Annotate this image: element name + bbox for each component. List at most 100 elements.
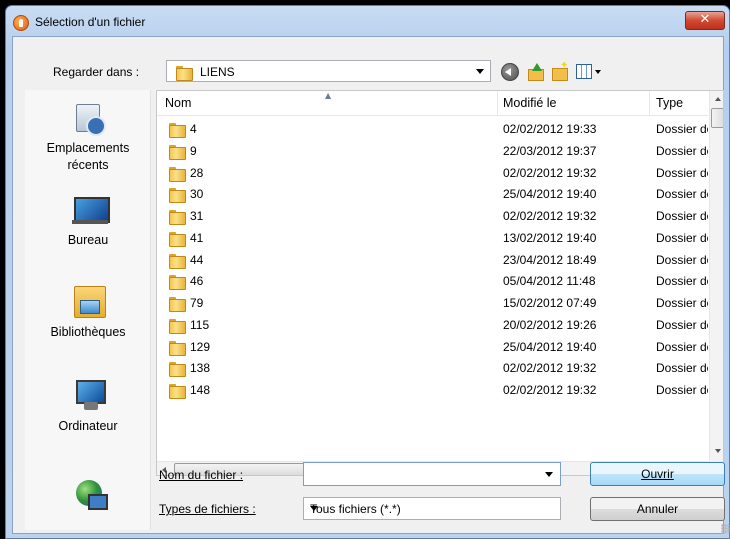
file-modified: 02/02/2012 19:32	[503, 361, 597, 376]
filetype-value: Tous fichiers (*.*)	[310, 502, 401, 516]
file-name: 44	[190, 252, 204, 267]
views-dropdown-arrow-icon[interactable]	[595, 70, 601, 74]
column-name[interactable]: Nom	[165, 96, 191, 110]
open-button-label: Ouvrir	[641, 467, 674, 481]
scroll-up-icon[interactable]	[715, 97, 721, 101]
place-recent[interactable]: Emplacements récents	[25, 104, 151, 174]
file-type: Dossier de fichiers	[656, 209, 708, 223]
vertical-scroll-thumb[interactable]	[711, 108, 723, 128]
folder-icon	[169, 231, 186, 247]
file-row[interactable]: 129 25/04/2012 19:40 Dossier de fichiers	[157, 336, 708, 358]
lookin-dropdown[interactable]: LIENS	[166, 60, 491, 82]
chevron-down-icon[interactable]	[545, 472, 553, 477]
file-type: Dossier de fichiers	[656, 187, 708, 202]
file-name: 41	[190, 230, 204, 245]
chevron-down-icon	[310, 506, 318, 511]
resize-grip-icon[interactable]	[721, 524, 730, 534]
file-modified: 20/02/2012 19:26	[503, 317, 597, 332]
file-modified: 15/02/2012 07:49	[503, 296, 597, 310]
file-row[interactable]: 115 20/02/2012 19:26 Dossier de fichiers	[157, 314, 708, 336]
file-name: 46	[190, 274, 204, 289]
folder-icon	[169, 253, 186, 269]
file-dialog-window: Sélection d'un fichier ✕ Regarder dans :…	[5, 5, 730, 539]
network-icon	[72, 478, 108, 510]
file-type: Dossier de fichiers	[656, 230, 708, 245]
file-type: Dossier de fichiers	[656, 383, 708, 397]
file-row[interactable]: 148 02/02/2012 19:32 Dossier de fichiers	[157, 379, 708, 401]
file-row[interactable]: 41 13/02/2012 19:40 Dossier de fichiers	[157, 227, 708, 249]
folder-icon	[169, 166, 186, 182]
title-bar[interactable]: Sélection d'un fichier ✕	[6, 6, 729, 36]
file-modified: 05/04/2012 11:48	[503, 274, 596, 289]
column-divider[interactable]	[497, 91, 498, 115]
folder-icon	[169, 122, 186, 138]
scroll-down-icon[interactable]	[715, 449, 721, 453]
file-name: 115	[190, 317, 210, 332]
filename-label-text: Nom du fichier :	[159, 468, 244, 482]
close-button[interactable]: ✕	[685, 11, 725, 30]
file-row[interactable]: 44 23/04/2012 18:49 Dossier de fichiers	[157, 249, 708, 271]
place-desktop[interactable]: Bureau	[25, 197, 151, 249]
file-modified: 22/03/2012 19:37	[503, 143, 597, 158]
file-name: 30	[190, 187, 204, 202]
file-name: 28	[190, 165, 204, 180]
file-row[interactable]: 28 02/02/2012 19:32 Dossier de fichiers	[157, 162, 708, 184]
file-type: Dossier de fichiers	[656, 143, 708, 158]
back-icon[interactable]	[501, 63, 519, 81]
file-name: 148	[190, 383, 211, 397]
computer-icon	[72, 380, 106, 412]
app-icon	[13, 15, 29, 31]
file-row[interactable]: 138 02/02/2012 19:32 Dossier de fichiers	[157, 357, 708, 379]
libraries-icon	[72, 286, 106, 318]
folder-icon	[169, 274, 186, 291]
file-modified: 23/04/2012 18:49	[503, 252, 597, 267]
column-divider[interactable]	[649, 91, 650, 115]
file-row[interactable]: 30 25/04/2012 19:40 Dossier de fichiers	[157, 183, 708, 205]
file-modified: 13/02/2012 19:40	[503, 230, 597, 245]
file-modified: 02/02/2012 19:32	[503, 383, 597, 397]
file-row[interactable]: 4 02/02/2012 19:33 Dossier de fichiers	[157, 118, 708, 140]
filetype-label-text: Types de fichiers :	[159, 502, 256, 516]
folder-icon	[169, 209, 186, 225]
vertical-scrollbar[interactable]	[709, 91, 723, 461]
filetype-select[interactable]: Tous fichiers (*.*)	[303, 497, 561, 520]
file-type: Dossier de fichiers	[656, 339, 708, 354]
folder-icon	[176, 65, 193, 81]
folder-icon	[169, 187, 186, 204]
file-row[interactable]: 79 15/02/2012 07:49 Dossier de fichiers	[157, 292, 708, 314]
file-type: Dossier de fichiers	[656, 317, 708, 332]
file-type: Dossier de fichiers	[656, 361, 708, 376]
file-row[interactable]: 31 02/02/2012 19:32 Dossier de fichiers	[157, 205, 708, 227]
desktop-icon	[72, 194, 110, 226]
column-modified[interactable]: Modifié le	[503, 96, 557, 110]
up-folder-icon[interactable]	[527, 63, 545, 81]
views-menu-icon[interactable]	[576, 64, 592, 79]
file-name: 79	[190, 296, 204, 310]
file-name: 4	[190, 122, 197, 136]
dialog-body: Regarder dans : LIENS Emplacements récen…	[12, 36, 725, 534]
file-name: 31	[190, 209, 204, 223]
file-type: Dossier de fichiers	[656, 274, 708, 289]
places-bar: Emplacements récents Bureau Bibliothèque…	[25, 90, 151, 530]
file-name: 129	[190, 339, 211, 354]
cancel-button[interactable]: Annuler	[590, 497, 725, 521]
column-type[interactable]: Type	[656, 96, 683, 110]
file-modified: 25/04/2012 19:40	[503, 187, 597, 202]
file-rows: 4 02/02/2012 19:33 Dossier de fichiers 9 22/…	[157, 118, 708, 401]
file-row[interactable]: 46 05/04/2012 11:48 Dossier de fichiers	[157, 270, 708, 292]
new-folder-icon[interactable]	[551, 60, 569, 81]
open-button[interactable]: Ouvrir	[590, 462, 725, 486]
list-header: Nom ▲ Modifié le Type	[157, 91, 708, 116]
file-modified: 02/02/2012 19:32	[503, 165, 597, 180]
file-row[interactable]: 9 22/03/2012 19:37 Dossier de fichiers	[157, 140, 708, 162]
folder-icon	[169, 361, 186, 378]
place-libraries[interactable]: Bibliothèques	[25, 286, 151, 341]
lookin-label: Regarder dans :	[53, 65, 140, 79]
lookin-value: LIENS	[200, 65, 235, 79]
place-computer[interactable]: Ordinateur	[25, 380, 151, 435]
filename-input[interactable]	[303, 462, 561, 486]
file-list[interactable]: Nom ▲ Modifié le Type 4 02/02/2012 19:33 D…	[156, 90, 724, 476]
filetype-label: Types de fichiers :	[159, 502, 256, 516]
folder-icon	[169, 296, 186, 312]
folder-icon	[169, 340, 186, 356]
